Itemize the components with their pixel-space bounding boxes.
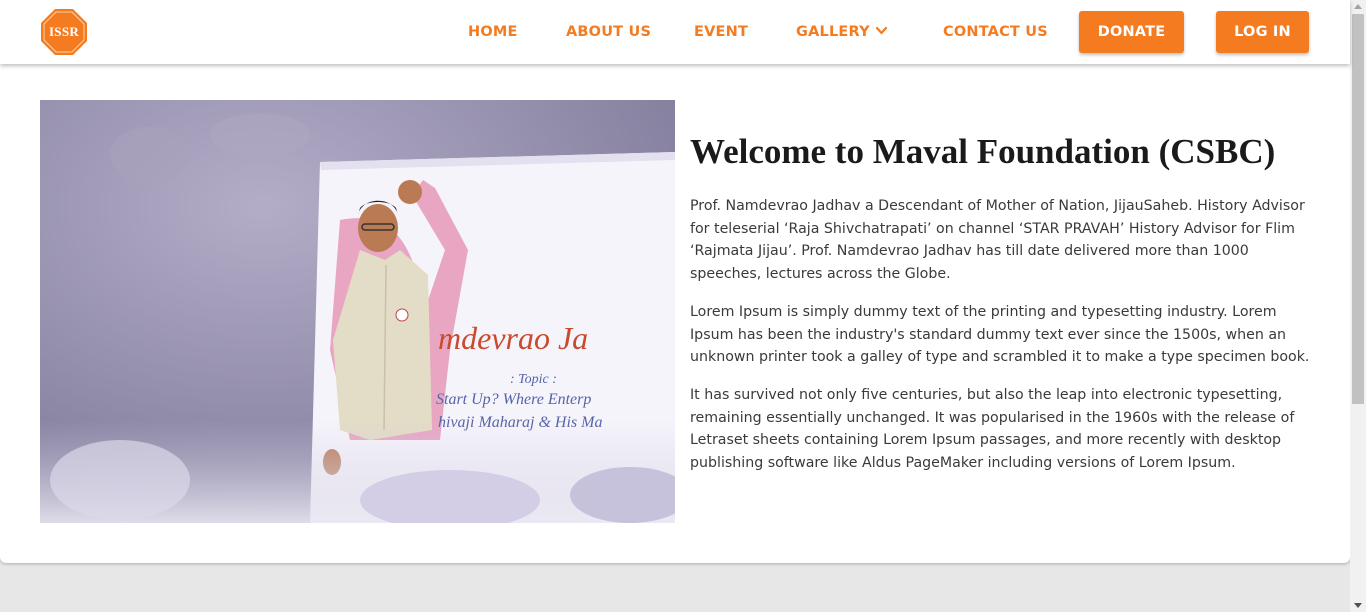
login-button[interactable]: LOG IN bbox=[1216, 11, 1309, 53]
banner-line-1: Start Up? Where Enterp bbox=[436, 391, 591, 408]
banner-name-text: mdevrao Ja bbox=[438, 320, 588, 356]
lorem-paragraph-1: Lorem Ipsum is simply dummy text of the … bbox=[690, 304, 1310, 365]
page-scrollbar[interactable] bbox=[1350, 0, 1366, 612]
nav-about-us[interactable]: ABOUT US bbox=[566, 0, 651, 64]
scrollbar-thumb[interactable] bbox=[1352, 14, 1364, 404]
welcome-section: mdevrao Ja : Topic : Start Up? Where Ent… bbox=[0, 64, 1350, 563]
issr-logo[interactable]: ISSR bbox=[40, 8, 88, 56]
logo-text: ISSR bbox=[48, 24, 80, 39]
banner-topic-text: : Topic : bbox=[510, 372, 557, 387]
scroll-down-icon[interactable] bbox=[1354, 603, 1362, 608]
nav-event[interactable]: EVENT bbox=[694, 0, 748, 64]
chevron-down-icon[interactable] bbox=[875, 26, 888, 36]
scroll-up-icon[interactable] bbox=[1354, 4, 1362, 9]
donate-button[interactable]: DONATE bbox=[1079, 11, 1184, 53]
nav-contact-us[interactable]: CONTACT US bbox=[943, 0, 1048, 64]
site-header: ISSR HOME ABOUT US EVENT GALLERY CONTACT… bbox=[0, 0, 1350, 64]
page-title: Welcome to Maval Foundation (CSBC) bbox=[690, 132, 1276, 171]
speaker-photo: mdevrao Ja : Topic : Start Up? Where Ent… bbox=[40, 100, 675, 523]
nav-gallery[interactable]: GALLERY bbox=[796, 0, 870, 64]
intro-paragraph: Prof. Namdevrao Jadhav a Descendant of M… bbox=[690, 198, 1305, 282]
nav-home[interactable]: HOME bbox=[468, 0, 518, 64]
lorem-paragraph-2: It has survived not only five centuries,… bbox=[690, 387, 1295, 471]
